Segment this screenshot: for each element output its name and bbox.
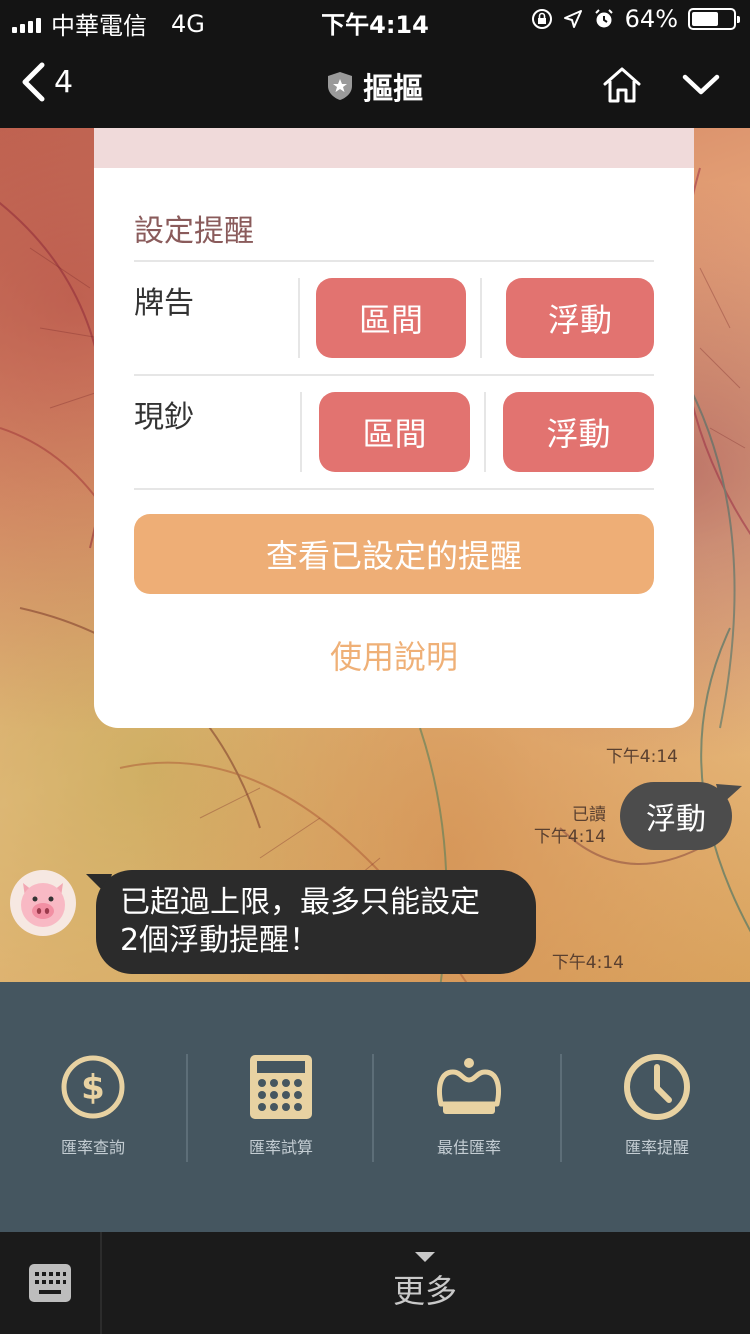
message-timestamp: 下午4:14 [533, 827, 606, 847]
rich-menu: $ 匯率查詢 匯率試算 最佳匯率 匯率提醒 [0, 982, 750, 1232]
battery-percent: 64% [624, 5, 678, 33]
dollar-coin-icon: $ [61, 1055, 125, 1119]
alarm-icon [594, 9, 613, 28]
message-line: 已超過上限，最多只能設定 [120, 885, 480, 920]
message-timestamp: 下午4:14 [551, 953, 624, 973]
chat-area[interactable]: 設定提醒 牌告 區間 浮動 現鈔 區間 浮動 查看已設定的提醒 使用說明 下午4… [0, 128, 750, 982]
menu-rate-reminder[interactable]: 匯率提醒 [564, 1052, 750, 1158]
message-timestamp: 下午4:14 [605, 747, 678, 767]
menu-label: 匯率試算 [248, 1138, 313, 1157]
row-label-cash-rate: 現鈔 [134, 400, 194, 435]
divider [560, 1054, 562, 1162]
crown-icon [437, 1058, 501, 1114]
clock-icon [624, 1054, 690, 1120]
row-label-board-rate: 牌告 [134, 286, 194, 321]
divider [298, 278, 300, 358]
cash-range-button[interactable]: 區間 [319, 392, 470, 472]
divider [134, 488, 654, 490]
cash-float-button[interactable]: 浮動 [503, 392, 654, 472]
reminder-settings-card: 設定提醒 牌告 區間 浮動 現鈔 區間 浮動 查看已設定的提醒 使用說明 [94, 128, 694, 728]
chat-header: 4 摳摳 [0, 40, 750, 128]
received-message-bubble[interactable]: 已超過上限，最多只能設定 2個浮動提醒！ [96, 870, 536, 974]
board-range-button[interactable]: 區間 [316, 278, 466, 358]
rotation-lock-icon [531, 9, 552, 29]
home-icon[interactable] [602, 66, 642, 104]
location-icon [563, 10, 582, 28]
bubble-tail [716, 784, 742, 804]
avatar[interactable] [10, 870, 76, 936]
battery-icon [688, 8, 740, 30]
view-reminders-button[interactable]: 查看已設定的提醒 [134, 514, 654, 594]
menu-exchange-rate-query[interactable]: $ 匯率查詢 [0, 1052, 186, 1158]
bottom-bar: 更多 [0, 1232, 750, 1334]
card-section-title: 設定提醒 [134, 214, 254, 249]
chevron-down-icon[interactable] [682, 73, 720, 97]
board-float-button[interactable]: 浮動 [506, 278, 654, 358]
card-header-strip [94, 128, 694, 168]
calculator-icon [250, 1055, 312, 1119]
divider [480, 278, 482, 358]
menu-best-rate[interactable]: 最佳匯率 [376, 1052, 562, 1158]
keyboard-icon [29, 1264, 71, 1302]
divider [300, 392, 302, 472]
divider [372, 1054, 374, 1162]
more-menu-toggle[interactable]: 更多 [100, 1232, 750, 1334]
divider [134, 374, 654, 376]
keyboard-toggle-button[interactable] [0, 1232, 102, 1334]
svg-text:$: $ [81, 1068, 105, 1108]
status-bar: 中華電信 4G 下午4:14 64% [0, 0, 750, 40]
divider [134, 260, 654, 262]
pig-face-icon [21, 883, 65, 927]
caret-down-icon [415, 1252, 435, 1262]
menu-label: 匯率提醒 [624, 1138, 689, 1157]
help-link[interactable]: 使用說明 [94, 632, 694, 678]
chat-title-text: 摳摳 [363, 72, 423, 107]
official-account-badge-icon [328, 72, 352, 100]
menu-label: 匯率查詢 [60, 1138, 125, 1157]
menu-exchange-calculator[interactable]: 匯率試算 [188, 1052, 374, 1158]
menu-label: 最佳匯率 [436, 1138, 501, 1157]
divider [484, 392, 486, 472]
message-line: 2個浮動提醒！ [120, 923, 320, 958]
more-label: 更多 [392, 1272, 457, 1310]
